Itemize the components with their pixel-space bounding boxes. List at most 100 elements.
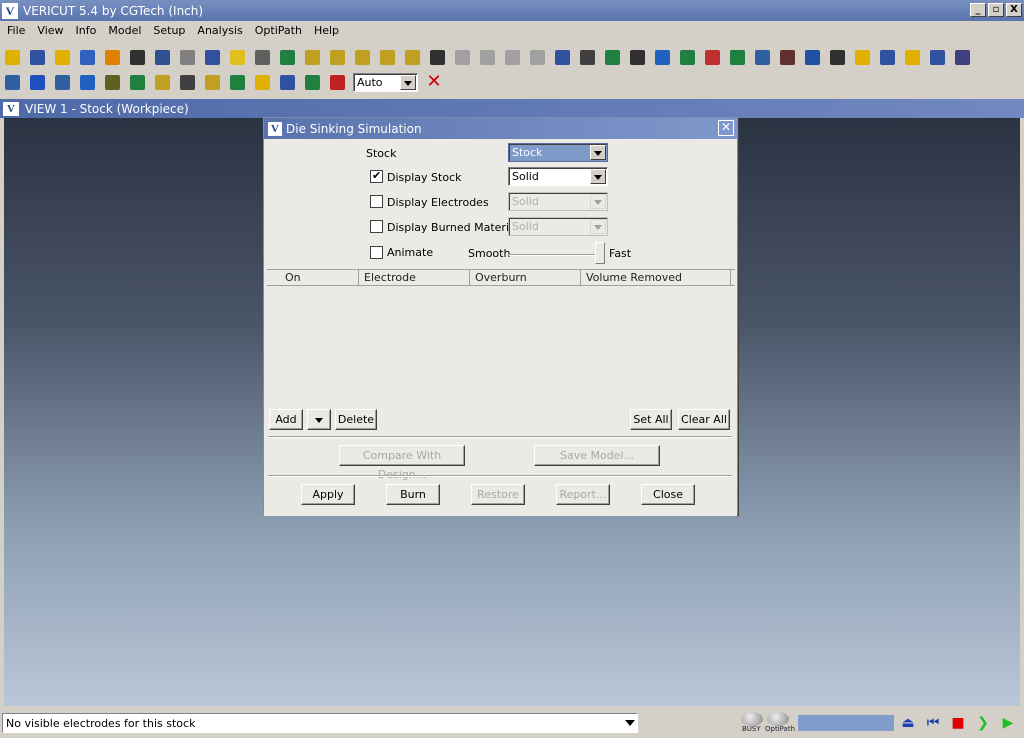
cancel-icon[interactable]: ✕ [424,72,444,92]
close-window-button[interactable]: X [1006,3,1022,17]
add-type-dropdown[interactable] [307,409,331,430]
maximize-button[interactable]: ▫ [988,3,1004,17]
set-all-button[interactable]: Set All [630,409,672,430]
delete-button[interactable]: Delete [335,409,377,430]
xyz-icon[interactable] [400,45,425,69]
column-on[interactable]: On [267,270,359,285]
eject-icon[interactable]: ⏏ [898,714,918,732]
info-icon[interactable] [25,70,50,94]
animate-checkbox[interactable] [370,246,383,259]
save-session-icon[interactable] [25,45,50,69]
display-electrodes-checkbox[interactable] [370,195,383,208]
y-axis-icon[interactable] [350,45,375,69]
stop-icon[interactable]: ■ [948,714,968,732]
burn-button[interactable]: Burn [386,484,440,505]
machine-icon[interactable] [125,45,150,69]
measure-icon[interactable] [700,45,725,69]
column-overburn[interactable]: Overburn [470,270,581,285]
menu-optipath[interactable]: OptiPath [249,21,308,41]
dynamic-rotate-icon[interactable] [450,45,475,69]
restore-button[interactable]: Restore [471,484,525,505]
menu-view[interactable]: View [31,21,69,41]
menu-setup[interactable]: Setup [147,21,191,41]
dialog-title-bar[interactable]: V Die Sinking Simulation ✕ [264,118,737,139]
rotate-icon[interactable] [375,45,400,69]
save-model-button[interactable]: Save Model... [534,445,660,466]
reset-icon[interactable] [625,45,650,69]
animation-slider-track[interactable] [509,254,599,256]
stock-icon[interactable] [225,45,250,69]
xcaliper-icon[interactable] [725,45,750,69]
open-folder-icon[interactable] [50,45,75,69]
save-as-icon[interactable] [875,45,900,69]
stock-select[interactable]: Stock [508,143,608,162]
zoom-icon[interactable] [475,45,500,69]
apply-button[interactable]: Apply [301,484,355,505]
cube-icon[interactable] [650,45,675,69]
menu-file[interactable]: File [1,21,31,41]
rewind-icon[interactable]: ⏮ [923,714,943,732]
x-axis-icon[interactable] [325,45,350,69]
component-tree-icon[interactable] [100,70,125,94]
chevron-down-icon[interactable] [590,145,606,160]
pan-icon[interactable] [425,45,450,69]
model-tree-icon[interactable] [275,45,300,69]
diamond-icon[interactable] [175,70,200,94]
cutter-icon[interactable] [250,45,275,69]
fixture-icon[interactable] [300,45,325,69]
project-icon[interactable] [125,70,150,94]
layout-icon[interactable] [0,70,25,94]
save-model-icon[interactable] [925,45,950,69]
plus-icon[interactable] [300,70,325,94]
menu-model[interactable]: Model [102,21,147,41]
open-session-icon[interactable] [0,45,25,69]
tool-icon[interactable] [225,70,250,94]
display-stock-checkbox[interactable] [370,169,383,183]
close-button[interactable]: Close [641,484,695,505]
chevron-down-icon[interactable] [400,74,416,90]
stop-icon[interactable] [325,70,350,94]
electrode-table[interactable]: On Electrode Overburn Volume Removed [267,269,735,403]
display-stock-select[interactable]: Solid [508,167,608,186]
flash-icon[interactable] [250,70,275,94]
fit-icon[interactable] [550,45,575,69]
open-icon[interactable] [900,45,925,69]
column-volume-removed[interactable]: Volume Removed [581,270,731,285]
display-burned-checkbox[interactable] [370,220,383,233]
column-electrode[interactable]: Electrode [359,270,470,285]
tool-manager-icon[interactable] [150,45,175,69]
report-icon[interactable] [50,70,75,94]
arrow-icon[interactable] [775,45,800,69]
menu-info[interactable]: Info [70,21,103,41]
machine-settings-icon[interactable] [75,70,100,94]
color-icon[interactable] [100,45,125,69]
reverse-icon[interactable] [600,45,625,69]
probe-icon[interactable] [800,45,825,69]
compare-with-design-button[interactable]: Compare With Design... [339,445,465,481]
folder-icon[interactable] [850,45,875,69]
save-icon[interactable] [200,45,225,69]
chevron-down-icon[interactable] [625,720,635,726]
report-button[interactable]: Report... [556,484,610,505]
menu-help[interactable]: Help [308,21,345,41]
status-message-combo[interactable]: No visible electrodes for this stock [2,713,638,733]
play-icon[interactable]: ▶ [998,714,1018,732]
hatch-icon[interactable] [950,45,975,69]
menu-analysis[interactable]: Analysis [191,21,248,41]
chevron-down-icon[interactable] [590,169,606,184]
axes-icon[interactable] [675,45,700,69]
eye-icon[interactable] [575,45,600,69]
add-button[interactable]: Add [269,409,303,430]
clear-all-button[interactable]: Clear All [678,409,730,430]
minimize-button[interactable]: _ [970,3,986,17]
animation-speed-combo[interactable]: Auto [353,72,418,92]
vericut-icon[interactable] [275,70,300,94]
optipath-icon[interactable] [200,70,225,94]
nc-program-icon[interactable] [75,45,100,69]
step-icon[interactable]: ❯ [973,714,993,732]
compare-icon[interactable] [750,45,775,69]
ruler-icon[interactable] [825,45,850,69]
animation-slider-knob[interactable] [595,242,605,264]
zoom-in-icon[interactable] [500,45,525,69]
dialog-close-button[interactable]: ✕ [718,120,734,136]
